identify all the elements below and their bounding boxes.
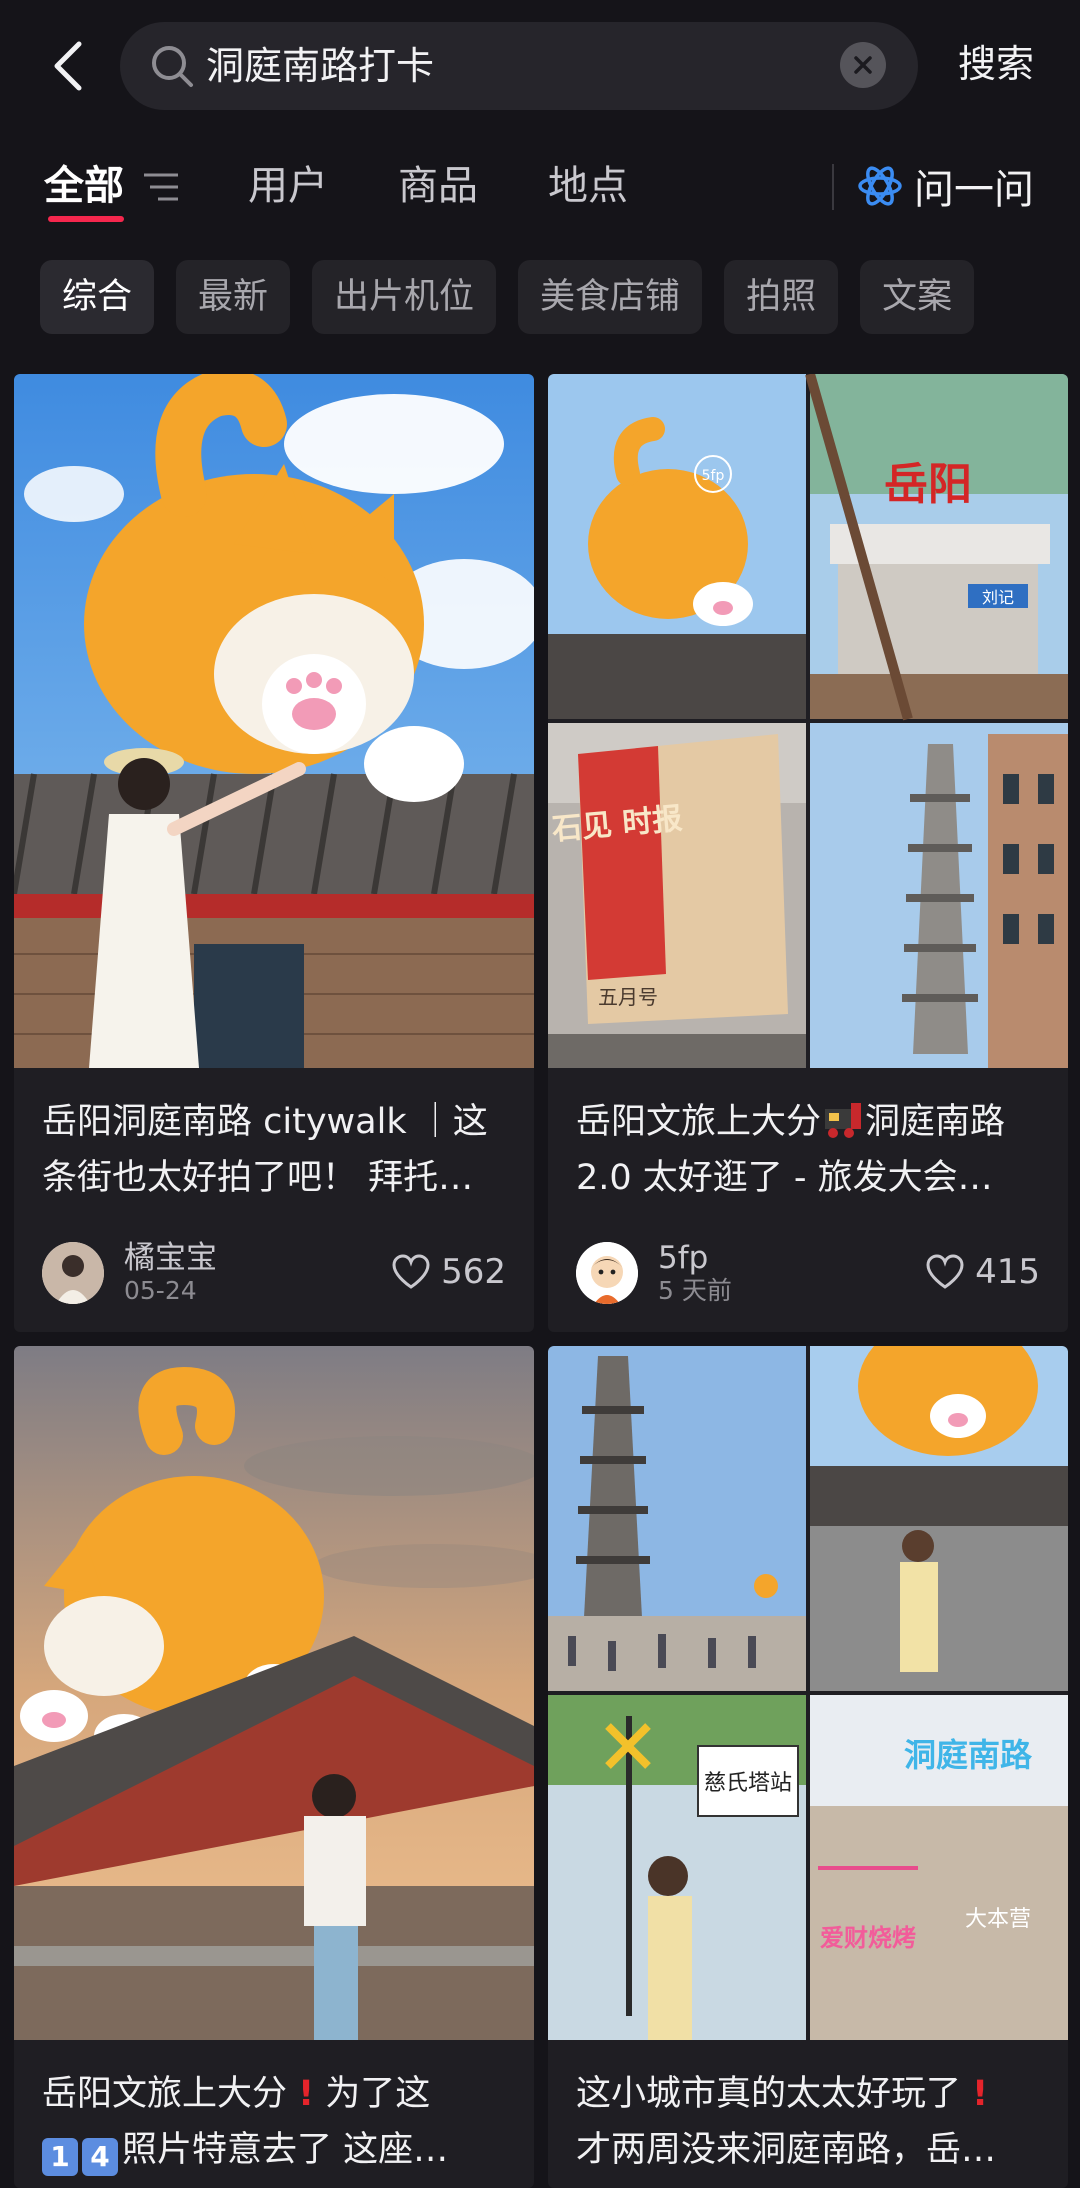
exclamation-icon: ! [972, 2074, 989, 2114]
feed-card[interactable]: 岳阳洞庭南路 citywalk ｜这条街也太好拍了吧！ 拜托… 橘宝宝 05-2… [14, 374, 534, 1332]
card-author[interactable]: 5fp 5 天前 [576, 1238, 732, 1308]
filter-chips: 综合 最新 出片机位 美食店铺 拍照 文案 [40, 260, 975, 334]
avatar [576, 1242, 638, 1304]
collage-badge-text: 5fp [702, 468, 725, 484]
search-input[interactable]: 洞庭南路打卡 [120, 22, 918, 110]
keycap-four-icon: 4 [82, 2138, 118, 2176]
tab-active-indicator [48, 216, 124, 222]
ask-button[interactable]: 问一问 [856, 158, 1034, 214]
back-arrow-icon [54, 41, 82, 91]
clear-search-button[interactable] [840, 42, 886, 88]
keycap-one-icon: 1 [42, 2138, 78, 2176]
heart-icon [926, 1254, 964, 1289]
search-submit-button[interactable]: 搜索 [958, 36, 1034, 92]
search-icon [152, 46, 193, 87]
avatar [42, 1242, 104, 1304]
search-query-text: 洞庭南路打卡 [206, 44, 435, 88]
collage-shop-sign: 刘记 [982, 588, 1014, 607]
chip-latest[interactable]: 最新 [176, 260, 291, 334]
like-button[interactable]: 415 [925, 1250, 1040, 1294]
card-cover-collage: 慈氏塔站 洞庭南路 爱财烧烤 大本营 [548, 1346, 1068, 2040]
card-title-part: 为了这 [325, 2074, 431, 2114]
chip-food-shops[interactable]: 美食店铺 [518, 260, 703, 334]
chip-captions[interactable]: 文案 [860, 260, 975, 334]
steam-train-icon [825, 1103, 862, 1138]
feed-card[interactable]: 5fp 岳阳 刘记 石见 时报 五月号 岳阳文旅上大分 洞庭南路2.0 太好逛了… [548, 374, 1068, 1332]
card-title: 岳阳文旅上大分 洞庭南路2.0 太好逛了 - 旅发大会… [576, 1094, 1046, 1206]
chip-comprehensive[interactable]: 综合 [40, 260, 155, 334]
like-count: 562 [441, 1252, 506, 1292]
sparkle-icon [858, 166, 902, 206]
feed-card[interactable]: 岳阳文旅上大分 ! 为了这 1 4 照片特意去了 这座… [14, 1346, 534, 2188]
card-cover-image [14, 374, 534, 1068]
card-title-part: 这小城市真的太太好玩了 [576, 2074, 962, 2114]
card-title-part: 岳阳文旅上大分 [576, 1102, 822, 1142]
post-date: 5 天前 [658, 1276, 732, 1305]
card-title-part: 照片特意去了 这座… [122, 2130, 449, 2170]
collage-neon-sign: 爱财烧烤 [820, 1924, 916, 1952]
tab-divider [832, 164, 834, 210]
collage-station-sign: 慈氏塔站 [704, 1771, 792, 1796]
heart-icon [392, 1254, 430, 1289]
top-bar: 洞庭南路打卡 搜索 [0, 0, 1080, 130]
card-title-part: 才两周没来洞庭南路，岳… [576, 2130, 997, 2170]
filter-icon[interactable] [142, 170, 180, 204]
like-button[interactable]: 562 [391, 1250, 506, 1294]
like-count: 415 [975, 1252, 1040, 1292]
card-cover-image [14, 1346, 534, 2040]
card-title: 岳阳洞庭南路 citywalk ｜这条街也太好拍了吧！ 拜托… [42, 1102, 488, 1198]
tab-products[interactable]: 商品 [398, 158, 478, 214]
card-title: 这小城市真的太太好玩了 ! 才两周没来洞庭南路，岳… [576, 2066, 1046, 2178]
tab-all[interactable]: 全部 [44, 158, 124, 214]
result-tabs: 全部 用户 商品 地点 问一问 [0, 150, 1080, 240]
card-title-part: 岳阳文旅上大分 [42, 2074, 288, 2114]
collage-neon-sign: 洞庭南路 [904, 1736, 1033, 1774]
card-title: 岳阳文旅上大分 ! 为了这 1 4 照片特意去了 这座… [42, 2066, 512, 2178]
collage-poster-month: 五月号 [598, 985, 658, 1009]
tab-users[interactable]: 用户 [248, 158, 328, 214]
collage-shop-sign: 大本营 [965, 1907, 1031, 1932]
close-icon [854, 56, 872, 74]
author-name: 5fp [658, 1240, 709, 1276]
ask-label: 问一问 [914, 167, 1034, 213]
author-name: 橘宝宝 [124, 1240, 217, 1276]
feed-card[interactable]: 慈氏塔站 洞庭南路 爱财烧烤 大本营 这小城市真的太太好玩了 ! 才两周没来洞庭… [548, 1346, 1068, 2188]
tab-places[interactable]: 地点 [548, 158, 628, 214]
chip-photo-spots[interactable]: 出片机位 [312, 260, 497, 334]
exclamation-icon: ! [298, 2074, 315, 2114]
back-button[interactable] [40, 34, 96, 98]
chip-photography[interactable]: 拍照 [724, 260, 839, 334]
post-date: 05-24 [124, 1276, 197, 1305]
card-author[interactable]: 橘宝宝 05-24 [42, 1238, 217, 1308]
card-cover-collage: 5fp 岳阳 刘记 石见 时报 五月号 [548, 374, 1068, 1068]
collage-sign-text: 岳阳 [884, 459, 972, 510]
